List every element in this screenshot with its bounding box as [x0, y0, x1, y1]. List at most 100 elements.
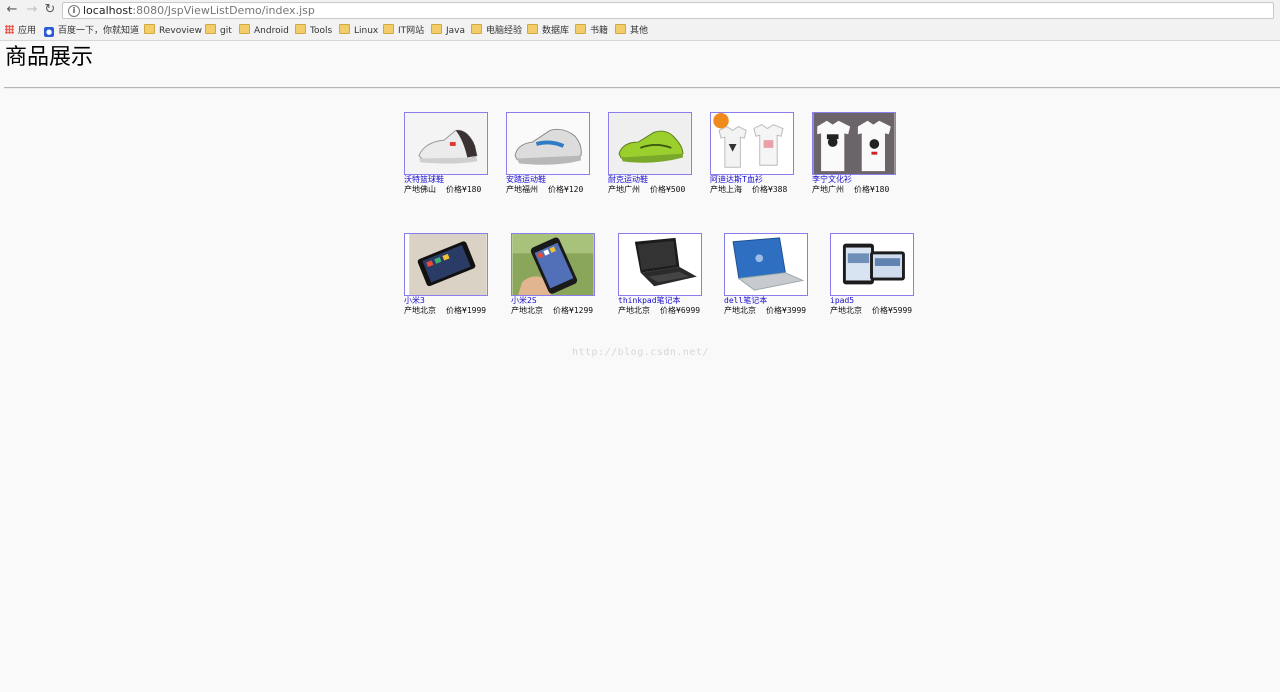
bookmark-label: 应用 [18, 26, 37, 36]
product-meta: 产地福州 价格¥120 [506, 185, 616, 195]
bookmark-folder-revoview[interactable]: Revoview [144, 24, 202, 38]
bookmark-label: Revoview [159, 26, 202, 36]
folder-icon [295, 24, 306, 34]
bookmark-baidu[interactable]: ● 百度一下，你就知道 [44, 24, 139, 38]
product-price: 价格¥5999 [872, 306, 913, 315]
product-origin: 产地北京 [404, 306, 436, 315]
bookmark-folder-linux[interactable]: Linux [339, 24, 378, 38]
bookmark-label: 百度一下，你就知道 [58, 26, 140, 36]
product-origin: 产地福州 [506, 185, 538, 194]
tshirt-pair-icon[interactable] [710, 112, 794, 175]
bookmark-folder-db[interactable]: 数据库 [527, 24, 569, 38]
bookmark-folder-git[interactable]: git [205, 24, 232, 38]
bookmark-folder-android[interactable]: Android [239, 24, 289, 38]
product-origin: 产地佛山 [404, 185, 436, 194]
product-name-link[interactable]: 小米2S [511, 296, 621, 306]
address-url[interactable]: localhost:8080/JspViewListDemo/index.jsp [83, 3, 315, 18]
product-name-link[interactable]: dell笔记本 [724, 296, 834, 306]
url-host: localhost [83, 4, 133, 17]
watermark-text: http://blog.csdn.net/ [572, 347, 709, 358]
browser-toolbar: ← → ↻ i localhost:8080/JspViewListDemo/i… [0, 0, 1280, 22]
product-meta: 产地广州 价格¥180 [812, 185, 922, 195]
product-price: 价格¥180 [446, 185, 482, 194]
bookmark-label: 数据库 [542, 26, 570, 36]
page-title: 商品展示 [5, 45, 94, 70]
product-name-link[interactable]: 小米3 [404, 296, 514, 306]
bookmark-folder-books[interactable]: 书籍 [575, 24, 608, 38]
folder-icon [205, 24, 216, 34]
bookmark-label: 书籍 [590, 26, 609, 36]
product-meta: 产地广州 价格¥500 [608, 185, 718, 195]
bookmark-folder-java[interactable]: Java [431, 24, 465, 38]
bookmark-folder-other[interactable]: 其他 [615, 24, 648, 38]
folder-icon [383, 24, 394, 34]
product-name-link[interactable]: 耐克运动鞋 [608, 175, 718, 185]
sneaker-green-icon[interactable] [608, 112, 692, 175]
product-origin: 产地北京 [618, 306, 650, 315]
laptop-blue-icon[interactable] [724, 233, 808, 296]
folder-icon [144, 24, 155, 34]
product-price: 价格¥120 [548, 185, 584, 194]
info-icon[interactable]: i [68, 5, 80, 17]
product-price: 价格¥500 [650, 185, 686, 194]
phone-in-hand-icon[interactable] [511, 233, 595, 296]
bookmark-label: 电脑经验 [486, 26, 523, 36]
product-price: 价格¥1299 [553, 306, 594, 315]
product-card: 沃特篮球鞋 产地佛山 价格¥180 [404, 112, 514, 195]
product-name-link[interactable]: ipad5 [830, 296, 940, 306]
folder-icon [239, 24, 250, 34]
bookmark-folder-pc[interactable]: 电脑经验 [471, 24, 522, 38]
product-meta: 产地北京 价格¥3999 [724, 306, 834, 316]
address-bar[interactable]: i localhost:8080/JspViewListDemo/index.j… [62, 2, 1274, 19]
product-price: 价格¥180 [854, 185, 890, 194]
product-price: 价格¥3999 [766, 306, 807, 315]
product-meta: 产地佛山 价格¥180 [404, 185, 514, 195]
phone-black-icon[interactable] [404, 233, 488, 296]
product-origin: 产地北京 [724, 306, 756, 315]
product-price: 价格¥388 [752, 185, 788, 194]
forward-icon[interactable]: → [24, 2, 40, 18]
bookmarks-bar: 应用 ● 百度一下，你就知道 Revoview git Android Tools… [0, 22, 1280, 41]
folder-icon [339, 24, 350, 34]
back-icon[interactable]: ← [4, 2, 20, 18]
sneaker-white-icon[interactable] [404, 112, 488, 175]
product-card: ipad5 产地北京 价格¥5999 [830, 233, 940, 316]
laptop-black-icon[interactable] [618, 233, 702, 296]
bookmark-folder-it[interactable]: IT网站 [383, 24, 424, 38]
folder-icon [527, 24, 538, 34]
tshirt-couple-icon[interactable] [812, 112, 896, 175]
tablet-icon[interactable] [830, 233, 914, 296]
product-meta: 产地北京 价格¥6999 [618, 306, 728, 316]
bookmark-label: Tools [310, 26, 333, 36]
product-card: dell笔记本 产地北京 价格¥3999 [724, 233, 834, 316]
product-price: 价格¥1999 [446, 306, 487, 315]
sneaker-grey-blue-icon[interactable] [506, 112, 590, 175]
product-meta: 产地北京 价格¥5999 [830, 306, 940, 316]
product-meta: 产地北京 价格¥1999 [404, 306, 514, 316]
product-card: 小米2S 产地北京 价格¥1299 [511, 233, 621, 316]
product-name-link[interactable]: 阿迪达斯T血衫 [710, 175, 820, 185]
product-name-link[interactable]: thinkpad笔记本 [618, 296, 728, 306]
product-card: 阿迪达斯T血衫 产地上海 价格¥388 [710, 112, 820, 195]
bookmark-folder-tools[interactable]: Tools [295, 24, 332, 38]
product-name-link[interactable]: 沃特篮球鞋 [404, 175, 514, 185]
product-meta: 产地北京 价格¥1299 [511, 306, 621, 316]
folder-icon [615, 24, 626, 34]
horizontal-rule [4, 87, 1280, 89]
product-card: 安踏运动鞋 产地福州 价格¥120 [506, 112, 616, 195]
bookmark-label: Android [254, 26, 289, 36]
product-card: 耐克运动鞋 产地广州 价格¥500 [608, 112, 718, 195]
url-path: :8080/JspViewListDemo/index.jsp [132, 4, 315, 17]
product-card: thinkpad笔记本 产地北京 价格¥6999 [618, 233, 728, 316]
folder-icon [471, 24, 482, 34]
baidu-paw-icon: ● [44, 27, 54, 37]
product-name-link[interactable]: 安踏运动鞋 [506, 175, 616, 185]
bookmark-label: 其他 [630, 26, 649, 36]
product-meta: 产地上海 价格¥388 [710, 185, 820, 195]
bookmark-apps[interactable]: 应用 [5, 24, 36, 38]
product-name-link[interactable]: 李宁文化衫 [812, 175, 922, 185]
reload-icon[interactable]: ↻ [42, 2, 58, 18]
product-price: 价格¥6999 [660, 306, 701, 315]
product-origin: 产地北京 [830, 306, 862, 315]
product-card: 小米3 产地北京 价格¥1999 [404, 233, 514, 316]
